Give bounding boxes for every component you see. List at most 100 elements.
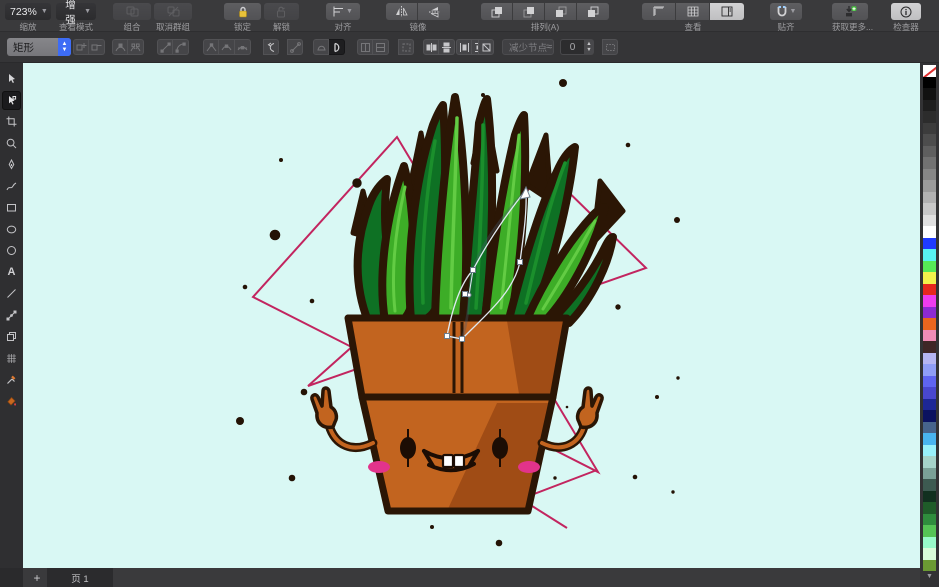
swatch-a5d3c9[interactable] <box>923 456 936 468</box>
node-join-button[interactable] <box>112 39 128 55</box>
tool-zoom-tool[interactable] <box>2 134 21 153</box>
swatch-11301f[interactable] <box>923 491 936 503</box>
tool-fill-tool[interactable] <box>2 392 21 411</box>
path-node[interactable] <box>471 268 476 273</box>
scatter-dot[interactable] <box>236 417 244 425</box>
scatter-dot[interactable] <box>352 178 361 187</box>
send-to-back-button[interactable] <box>577 3 609 20</box>
swatch-f2f24c[interactable] <box>923 272 936 284</box>
swatch-0b1260[interactable] <box>923 410 936 422</box>
swatch-000000[interactable] <box>923 77 936 89</box>
scatter-dot[interactable] <box>289 475 296 482</box>
scatter-dot[interactable] <box>671 490 674 493</box>
swatch-scroll-down-icon[interactable]: ▼ <box>926 573 933 580</box>
show-handles-button[interactable] <box>287 39 303 55</box>
node-add-button[interactable] <box>73 39 89 55</box>
tool-layers-tool[interactable] <box>2 327 21 346</box>
dist-h-button[interactable] <box>456 39 472 55</box>
swatch-868686[interactable] <box>923 169 936 181</box>
swatch-e6281e[interactable] <box>923 284 936 296</box>
tool-gradient-tool[interactable] <box>2 306 21 325</box>
swatch-c8c8c8[interactable] <box>923 203 936 215</box>
grid-button[interactable] <box>676 3 710 20</box>
page-tab[interactable]: 页 1 <box>47 568 113 587</box>
shape-select-popup[interactable]: 矩形 ▲▼ <box>7 38 71 56</box>
view-mode-popup[interactable]: 增强 ▼ <box>56 3 96 20</box>
scatter-dot[interactable] <box>615 304 620 309</box>
tool-line-tool[interactable] <box>2 284 21 303</box>
swatch-56e956[interactable] <box>923 261 936 273</box>
swatch-none[interactable] <box>923 65 936 77</box>
swatch-8f9df6[interactable] <box>923 364 936 376</box>
swatch-ea651e[interactable] <box>923 318 936 330</box>
path-node[interactable] <box>445 334 450 339</box>
swatch-9b9b9b[interactable] <box>923 180 936 192</box>
combine-button[interactable] <box>113 3 151 20</box>
swatch-49b4ef[interactable] <box>923 433 936 445</box>
align-button[interactable]: ▼ <box>326 3 360 20</box>
reverse-path-button[interactable] <box>263 39 279 55</box>
scatter-dot[interactable] <box>655 395 659 399</box>
seg-curve-button[interactable] <box>173 39 189 55</box>
swatch-7aa197[interactable] <box>923 468 936 480</box>
tool-crop-tool[interactable] <box>2 112 21 131</box>
swatch-47648c[interactable] <box>923 422 936 434</box>
swatch-98f0fa[interactable] <box>923 445 936 457</box>
tool-node-tool[interactable] <box>2 91 21 110</box>
path-node[interactable] <box>460 337 465 342</box>
swatch-f08cb6[interactable] <box>923 330 936 342</box>
scatter-dot[interactable] <box>279 158 283 162</box>
convert-node-button[interactable] <box>329 39 345 55</box>
tool-text-tool[interactable]: A <box>2 263 21 282</box>
smooth-node-button[interactable] <box>219 39 235 55</box>
tool-mesh-tool[interactable] <box>2 349 21 368</box>
swatch-98fac9[interactable] <box>923 537 936 549</box>
mask-path-button[interactable] <box>313 39 329 55</box>
scatter-dot[interactable] <box>559 79 567 87</box>
lock-button[interactable] <box>224 3 261 20</box>
swatch-3f2626[interactable] <box>923 341 936 353</box>
swatch-b5b5f2[interactable] <box>923 353 936 365</box>
align-h-button[interactable] <box>423 39 439 55</box>
tool-rectangle-tool[interactable] <box>2 198 21 217</box>
canvas[interactable] <box>23 63 920 568</box>
tool-pencil-tool[interactable] <box>2 177 21 196</box>
rulers-button[interactable] <box>642 3 676 20</box>
swatch-55c455[interactable] <box>923 525 936 537</box>
send-backward-button[interactable] <box>545 3 577 20</box>
seg-line-button[interactable] <box>157 39 173 55</box>
tool-eyedropper-tool[interactable] <box>2 370 21 389</box>
scatter-dot[interactable] <box>566 406 569 409</box>
path-node[interactable] <box>518 260 523 265</box>
tool-ellipse-tool[interactable] <box>2 220 21 239</box>
scatter-dot[interactable] <box>626 143 631 148</box>
swatch-ffffff[interactable] <box>923 226 936 238</box>
swatch-2f8d3d[interactable] <box>923 514 936 526</box>
divide-path-button[interactable] <box>357 39 373 55</box>
outline-path-button[interactable] <box>398 39 414 55</box>
swatch-ee3cee[interactable] <box>923 295 936 307</box>
node-del-button[interactable] <box>89 39 105 55</box>
scatter-dot[interactable] <box>633 475 638 480</box>
swatch-1f5c29[interactable] <box>923 502 936 514</box>
swatch-5f64f0[interactable] <box>923 376 936 388</box>
add-page-button[interactable]: + <box>30 571 44 585</box>
tolerance-stepper[interactable]: ▲▼ <box>584 39 594 55</box>
node-break-button[interactable] <box>128 39 144 55</box>
swatch-3c3c3c[interactable] <box>923 123 936 135</box>
tool-pen-tool[interactable] <box>2 155 21 174</box>
scatter-dot[interactable] <box>676 376 679 379</box>
swatch-1e1e1e[interactable] <box>923 100 936 112</box>
scatter-dot[interactable] <box>310 299 315 304</box>
unlock-button[interactable] <box>264 3 299 20</box>
swatch-6b9a33[interactable] <box>923 560 936 572</box>
swatch-b1b1b1[interactable] <box>923 192 936 204</box>
scatter-dot[interactable] <box>430 525 434 529</box>
snap-button[interactable]: ▼ <box>770 3 802 20</box>
swatch-5f5f5f[interactable] <box>923 146 936 158</box>
scatter-dot[interactable] <box>496 540 503 547</box>
zoom-popup[interactable]: 723% ▼ <box>5 3 51 20</box>
swatch-1d2796[interactable] <box>923 399 936 411</box>
bbox-button[interactable] <box>602 39 618 55</box>
symmetric-node-button[interactable] <box>235 39 251 55</box>
